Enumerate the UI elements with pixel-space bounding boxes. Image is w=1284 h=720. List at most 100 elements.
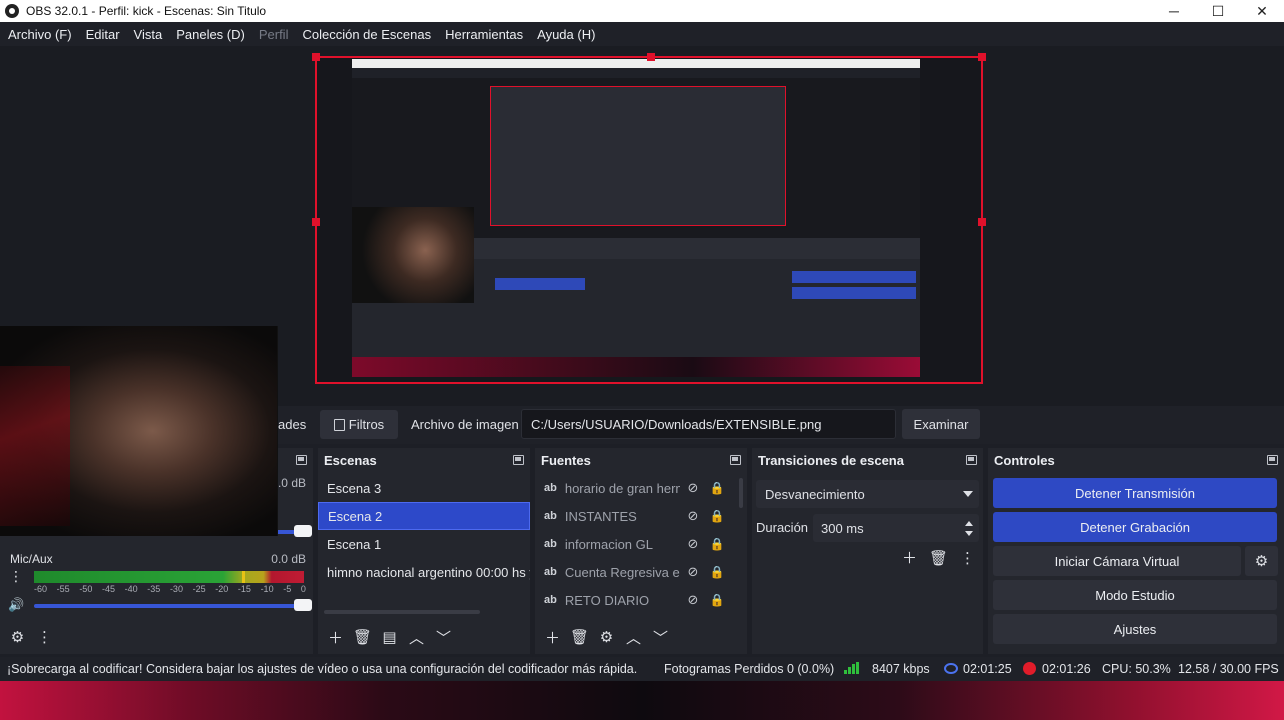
bitrate: 8407 kbps <box>872 662 930 676</box>
menu-tools[interactable]: Herramientas <box>438 27 530 42</box>
scene-item[interactable]: himno nacional argentino 00:00 hs y <box>318 558 530 586</box>
hidden-eye-icon[interactable]: ⊘ <box>685 508 701 524</box>
scale-tick: -15 <box>237 584 251 594</box>
settings-button[interactable]: Ajustes <box>993 614 1277 644</box>
scenes-toolbar: ＋ 🗑 ▤ ︿ ﹀ <box>318 624 530 650</box>
gear-icon[interactable]: ⚙ <box>595 626 618 649</box>
undock-icon[interactable] <box>513 455 524 465</box>
scene-item[interactable]: Escena 3 <box>318 474 530 502</box>
lock-icon[interactable]: 🔒 <box>710 564 725 580</box>
advanced-audio-icon[interactable]: ⚙ <box>6 626 29 649</box>
menu-scene-collection[interactable]: Colección de Escenas <box>295 27 438 42</box>
filters-label: Filtros <box>348 417 385 432</box>
volume-knob[interactable] <box>294 525 312 537</box>
vertical-scrollbar[interactable] <box>739 478 743 508</box>
volume-knob[interactable] <box>294 599 312 611</box>
horizontal-scrollbar[interactable] <box>324 610 480 614</box>
menu-docks[interactable]: Paneles (D) <box>169 27 252 42</box>
undock-icon[interactable] <box>1267 455 1278 465</box>
lock-icon[interactable]: 🔒 <box>710 480 725 496</box>
scale-tick: -55 <box>56 584 70 594</box>
menu-file[interactable]: Archivo (F) <box>1 27 79 42</box>
encoding-overload-warning: ¡Sobrecarga al codificar! Considera baja… <box>7 662 638 676</box>
gear-icon: ⚙ <box>1254 553 1269 570</box>
resize-handle-ml[interactable] <box>312 218 320 226</box>
mixer-menu-icon[interactable]: ⋮ <box>33 626 56 649</box>
browse-button[interactable]: Examinar <box>902 409 980 439</box>
hidden-eye-icon[interactable]: ⊘ <box>685 480 701 496</box>
start-virtual-camera-button[interactable]: Iniciar Cámara Virtual <box>993 546 1241 576</box>
lock-icon[interactable]: 🔒 <box>710 536 725 552</box>
source-item[interactable]: ab informacion GL ⊘ 🔒 <box>535 530 747 558</box>
scenes-title: Escenas <box>324 452 377 468</box>
scene-item-selected[interactable]: Escena 2 <box>318 502 530 530</box>
minimize-button[interactable]: ─ <box>1152 0 1196 22</box>
webcam-overlay <box>0 326 278 536</box>
sources-dock: Fuentes ab horario de gran herm ⊘ 🔒 ab I… <box>535 448 747 654</box>
move-down-icon[interactable]: ﹀ <box>432 626 455 649</box>
filters-button[interactable]: Filtros <box>320 410 398 439</box>
stop-recording-button[interactable]: Detener Grabación <box>993 512 1277 542</box>
trash-icon[interactable]: 🗑 <box>568 626 591 649</box>
spin-up-icon[interactable] <box>965 521 973 526</box>
recording-icon <box>1023 662 1036 675</box>
hidden-eye-icon[interactable]: ⊘ <box>685 536 701 552</box>
selected-image-source[interactable] <box>352 59 920 377</box>
move-up-icon[interactable]: ︿ <box>622 626 645 649</box>
menu-edit[interactable]: Editar <box>79 27 127 42</box>
text-source-icon: ab <box>544 510 557 522</box>
undock-icon[interactable] <box>966 455 977 465</box>
volume-slider[interactable] <box>34 599 312 611</box>
lock-icon[interactable]: 🔒 <box>710 592 725 608</box>
preview-canvas[interactable] <box>312 53 986 384</box>
undock-icon[interactable] <box>296 455 307 465</box>
resize-handle-tl[interactable] <box>312 53 320 61</box>
scale-tick: -35 <box>147 584 161 594</box>
resize-handle-tc[interactable] <box>647 53 655 61</box>
scene-item[interactable]: Escena 1 <box>318 530 530 558</box>
hidden-eye-icon[interactable]: ⊘ <box>685 564 701 580</box>
kebab-menu-icon[interactable]: ⋮ <box>956 546 979 569</box>
menu-view[interactable]: Vista <box>127 27 170 42</box>
move-down-icon[interactable]: ﹀ <box>649 626 672 649</box>
maximize-button[interactable]: ☐ <box>1196 0 1240 22</box>
close-button[interactable]: ✕ <box>1240 0 1284 22</box>
source-item[interactable]: ab RETO DIARIO ⊘ 🔒 <box>535 586 747 614</box>
title-bar: OBS 32.0.1 - Perfil: kick - Escenas: Sin… <box>0 0 1284 22</box>
filter-icon[interactable]: ▤ <box>378 626 401 649</box>
menu-profile[interactable]: Perfil <box>252 27 296 42</box>
window-controls: ─ ☐ ✕ <box>1152 0 1284 22</box>
resize-handle-tr[interactable] <box>978 53 986 61</box>
add-icon[interactable]: ＋ <box>898 546 921 569</box>
source-item[interactable]: ab Cuenta Regresiva ext ⊘ 🔒 <box>535 558 747 586</box>
source-label: horario de gran herm <box>564 480 680 496</box>
studio-mode-button[interactable]: Modo Estudio <box>993 580 1277 610</box>
lock-icon[interactable]: 🔒 <box>710 508 725 524</box>
transition-select[interactable]: Desvanecimiento <box>756 480 979 508</box>
undock-icon[interactable] <box>730 455 741 465</box>
trash-icon[interactable]: 🗑 <box>927 546 950 569</box>
move-up-icon[interactable]: ︿ <box>405 626 428 649</box>
trash-icon[interactable]: 🗑 <box>351 626 374 649</box>
menu-bar: Archivo (F) Editar Vista Paneles (D) Per… <box>0 22 1284 46</box>
scale-tick: -10 <box>260 584 274 594</box>
virtual-camera-settings-button[interactable]: ⚙ <box>1245 546 1278 576</box>
scale-tick: 0 <box>300 584 306 594</box>
hidden-eye-icon[interactable]: ⊘ <box>685 592 701 608</box>
duration-spinbox[interactable]: 300 ms <box>813 514 979 542</box>
source-label: informacion GL <box>564 536 653 552</box>
chevron-down-icon <box>963 491 973 497</box>
spin-down-icon[interactable] <box>965 531 973 536</box>
speaker-icon[interactable]: 🔊 <box>8 597 24 613</box>
add-icon[interactable]: ＋ <box>541 626 564 649</box>
properties-button[interactable]: ades <box>278 410 313 438</box>
source-item[interactable]: ab horario de gran herm ⊘ 🔒 <box>535 474 747 502</box>
resize-handle-mr[interactable] <box>978 218 986 226</box>
network-strength-icon <box>844 662 859 674</box>
stop-streaming-button[interactable]: Detener Transmisión <box>993 478 1277 508</box>
source-item[interactable]: ab INSTANTES ⊘ 🔒 <box>535 502 747 530</box>
kebab-menu-icon[interactable]: ⋮ <box>9 569 23 583</box>
add-icon[interactable]: ＋ <box>324 626 347 649</box>
menu-help[interactable]: Ayuda (H) <box>530 27 602 42</box>
image-path-field[interactable]: C:/Users/USUARIO/Downloads/EXTENSIBLE.pn… <box>521 409 896 439</box>
